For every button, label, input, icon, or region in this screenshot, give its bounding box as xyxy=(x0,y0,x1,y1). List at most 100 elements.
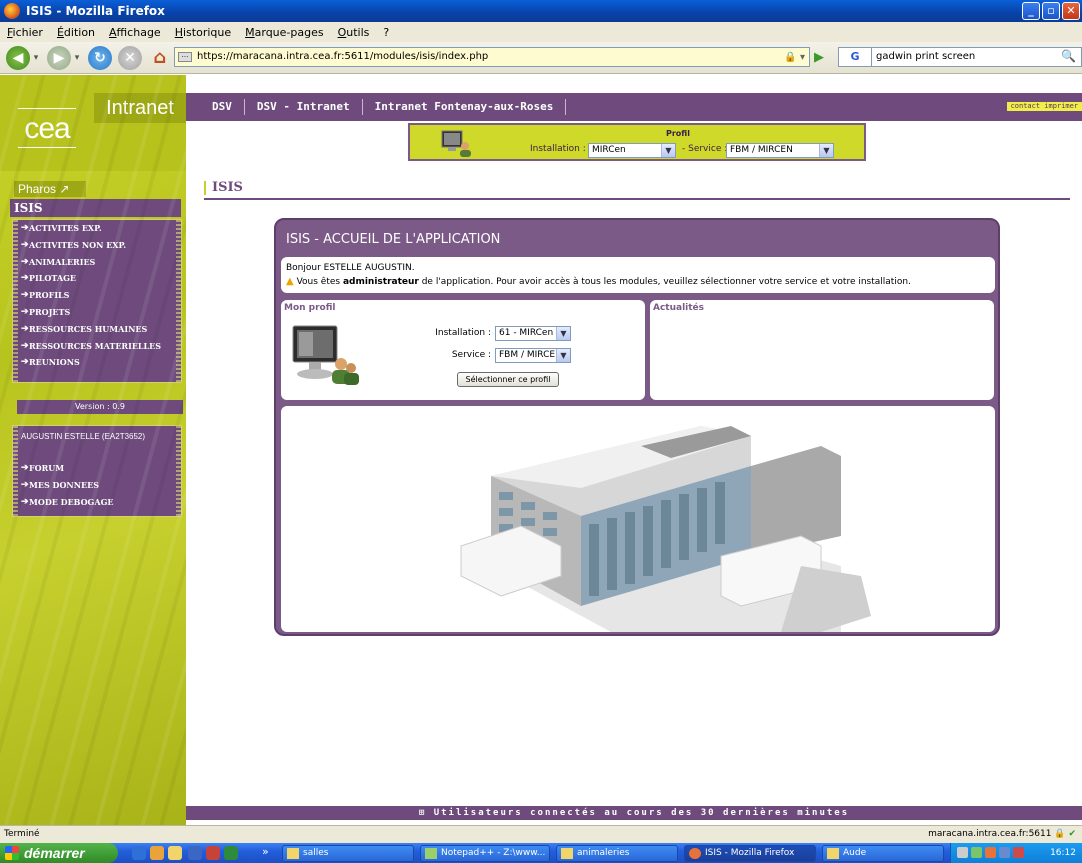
contact-print-links[interactable]: contact imprimer xyxy=(1006,102,1082,111)
url-dropdown-icon[interactable]: 🔒 ▾ xyxy=(784,49,805,66)
arrow-right-icon: ➔ xyxy=(21,256,29,267)
service-select[interactable]: FBM / MIRCEN ▼ xyxy=(726,143,834,158)
forward-dropdown-icon[interactable]: ▾ xyxy=(72,46,82,70)
page-title: ISIS xyxy=(204,181,243,195)
admin-notice: ▲ Vous êtes administrateur de l'applicat… xyxy=(286,275,990,289)
site-identity-icon[interactable]: ··· xyxy=(178,52,192,62)
welcome-card: ISIS - ACCUEIL DE L'APPLICATION Bonjour … xyxy=(274,218,1000,636)
search-input[interactable]: gadwin print screen xyxy=(872,47,1082,67)
sidebar-item-label: MODE DEBOGAGE xyxy=(29,496,114,507)
select-profile-button[interactable]: Sélectionner ce profil xyxy=(457,372,559,387)
check-icon: ✔ xyxy=(1068,829,1076,839)
sidebar-item-label: FORUM xyxy=(29,463,65,473)
url-bar[interactable]: ··· https://maracana.intra.cea.fr:5611/m… xyxy=(174,47,810,67)
search-engine-icon[interactable]: G xyxy=(838,47,872,67)
search-icon[interactable]: 🔍 xyxy=(1061,49,1076,63)
sidebar-item-pilotage[interactable]: ➔ PILOTAGE xyxy=(13,270,181,287)
task-aude[interactable]: Aude xyxy=(822,845,944,862)
sidebar-item-mes-donnees[interactable]: ➔ MES DONNEES xyxy=(13,477,181,494)
my-profile-title: Mon profil xyxy=(284,303,336,313)
warning-icon: ▲ xyxy=(286,276,294,287)
sidebar-item-label: RESSOURCES MATERIELLES xyxy=(29,340,162,351)
sidebar-item-animaleries[interactable]: ➔ ANIMALERIES xyxy=(13,254,181,271)
connected-users-label: Utilisateurs connectés au cours des 30 d… xyxy=(433,808,850,818)
word-quicklaunch-icon[interactable] xyxy=(188,846,202,860)
minimize-button[interactable]: _ xyxy=(1022,2,1040,20)
sidebar-section-title: ISIS xyxy=(10,199,181,217)
installation-select[interactable]: MIRCen ▼ xyxy=(588,143,676,158)
pharos-link[interactable]: Pharos ↗ xyxy=(14,181,86,197)
home-icon[interactable]: ⌂ xyxy=(148,46,172,70)
excel-quicklaunch-icon[interactable] xyxy=(224,846,238,860)
cea-logo[interactable]: cea xyxy=(18,108,76,148)
back-icon[interactable]: ◀ xyxy=(6,45,30,70)
menu-marque-pages[interactable]: Marque-pages xyxy=(238,26,330,39)
menu-outils[interactable]: Outils xyxy=(331,26,377,39)
sidebar-item-forum[interactable]: ➔ FORUM xyxy=(13,460,181,477)
breadcrumb-dsv-intranet[interactable]: DSV - Intranet xyxy=(245,99,363,115)
close-button[interactable]: ✕ xyxy=(1062,2,1080,20)
task-salles[interactable]: salles xyxy=(282,845,414,862)
chevron-down-icon[interactable]: ▼ xyxy=(556,327,570,340)
sidebar-item-projets[interactable]: ➔ PROJETS xyxy=(13,304,181,321)
chevron-down-icon[interactable]: ▼ xyxy=(556,349,570,362)
tray-icon-3[interactable] xyxy=(985,847,996,858)
navigation-toolbar: ◀ ▾ ▶ ▾ ↻ ✕ ⌂ ··· https://maracana.intra… xyxy=(0,42,1082,74)
search-bar[interactable]: G gadwin print screen 🔍 xyxy=(838,47,1082,67)
user-panel: AUGUSTIN ESTELLE (EA2T3652) ➔ FORUM ➔ MES … xyxy=(12,425,182,517)
menu-bar: Fichier Édition Affichage Historique Mar… xyxy=(0,22,1082,42)
arrow-right-icon: ➔ xyxy=(21,290,29,301)
go-icon[interactable]: ▶ xyxy=(814,50,830,66)
title-divider xyxy=(204,198,1070,200)
folder-quicklaunch-icon[interactable] xyxy=(168,846,182,860)
sidebar-item-label: REUNIONS xyxy=(29,357,80,368)
task-animaleries[interactable]: animaleries xyxy=(556,845,678,862)
status-host-text: maracana.intra.cea.fr:5611 xyxy=(928,829,1052,839)
tray-icon-1[interactable] xyxy=(957,847,968,858)
breadcrumb-dsv[interactable]: DSV xyxy=(186,99,245,115)
sidebar-item-reunions[interactable]: ➔ REUNIONS xyxy=(13,354,181,371)
sidebar-item-ressources-humaines[interactable]: ➔ RESSOURCES HUMAINES xyxy=(13,321,181,338)
menu-fichier[interactable]: Fichier xyxy=(0,26,50,39)
sidebar-item-label: RESSOURCES HUMAINES xyxy=(29,323,148,334)
chevron-down-icon[interactable]: ▼ xyxy=(661,144,675,157)
sidebar-item-activites-non-exp[interactable]: ➔ ACTIVITES NON EXP. xyxy=(13,237,181,254)
intranet-brand[interactable]: Intranet xyxy=(94,93,186,123)
arrow-right-icon: ➔ xyxy=(21,463,29,473)
profile-installation-select[interactable]: 61 - MIRCen ▼ xyxy=(495,326,571,341)
menu-edition[interactable]: Édition xyxy=(50,26,102,39)
sidebar-item-profils[interactable]: ➔ PROFILS xyxy=(13,287,181,304)
task-firefox[interactable]: ISIS - Mozilla Firefox xyxy=(684,845,816,862)
firefox-quicklaunch-icon[interactable] xyxy=(150,846,164,860)
tray-icon-2[interactable] xyxy=(971,847,982,858)
task-notepad[interactable]: Notepad++ - Z:\www... xyxy=(420,845,550,862)
notepad-icon xyxy=(425,848,437,859)
sidebar-item-activites-exp[interactable]: ➔ ACTIVITES EXP. xyxy=(13,220,181,237)
menu-help[interactable]: ? xyxy=(376,26,396,39)
clock[interactable]: 16:12 xyxy=(1050,843,1076,863)
back-dropdown-icon[interactable]: ▾ xyxy=(31,46,41,70)
stop-icon[interactable]: ✕ xyxy=(118,45,142,70)
arrow-right-icon: ➔ xyxy=(21,496,29,507)
sidebar-item-ressources-materielles[interactable]: ➔ RESSOURCES MATERIELLES xyxy=(13,338,181,355)
chevron-down-icon[interactable]: ▼ xyxy=(819,144,833,157)
connected-users-bar[interactable]: ⊞ Utilisateurs connectés au cours des 30… xyxy=(186,806,1082,820)
powerpoint-quicklaunch-icon[interactable] xyxy=(206,846,220,860)
start-button[interactable]: démarrer xyxy=(0,843,118,863)
profile-service-value: FBM / MIRCEN xyxy=(499,350,562,360)
breadcrumb-fontenay[interactable]: Intranet Fontenay-aux-Roses xyxy=(363,99,567,115)
forward-icon[interactable]: ▶ xyxy=(47,45,71,70)
tray-icon-4[interactable] xyxy=(999,847,1010,858)
sidebar-item-mode-debogage[interactable]: ➔ MODE DEBOGAGE xyxy=(13,494,181,511)
tray-icon-5[interactable] xyxy=(1013,847,1024,858)
folder-icon xyxy=(827,848,839,859)
maximize-button[interactable]: ▫ xyxy=(1042,2,1060,20)
profile-service-select[interactable]: FBM / MIRCEN ▼ xyxy=(495,348,571,363)
more-quicklaunch-icon[interactable]: » xyxy=(262,845,269,858)
expand-icon: ⊞ xyxy=(418,808,427,818)
lock-icon[interactable]: 🔒 xyxy=(1054,829,1065,839)
menu-historique[interactable]: Historique xyxy=(168,26,238,39)
reload-icon[interactable]: ↻ xyxy=(88,45,112,70)
menu-affichage[interactable]: Affichage xyxy=(102,26,168,39)
ie-quicklaunch-icon[interactable] xyxy=(132,846,146,860)
